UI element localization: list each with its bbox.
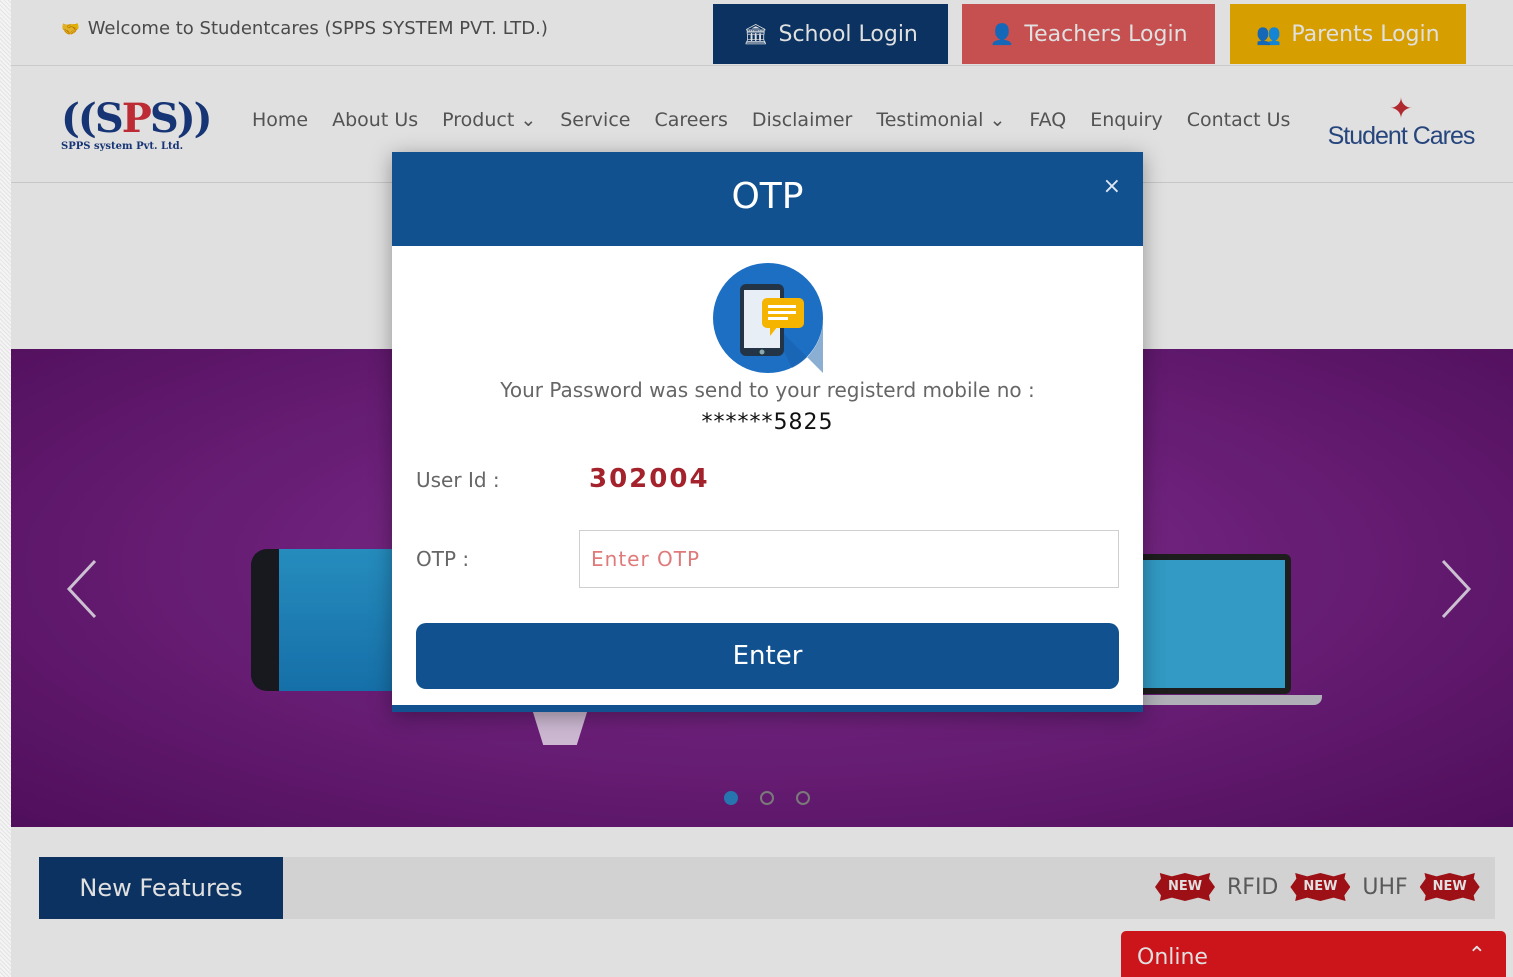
enter-button[interactable]: Enter [416,623,1119,689]
mobile-message-icon [712,262,824,374]
otp-input[interactable] [579,530,1119,588]
otp-message: Your Password was send to your registerd… [500,378,1035,402]
user-id-value: 302004 [589,464,710,494]
modal-title: OTP [731,176,804,217]
otp-modal: OTP × Your Password was send to your reg… [392,152,1143,712]
user-id-label: User Id : [416,468,500,492]
modal-header: OTP × [392,152,1143,246]
close-icon[interactable]: × [1103,174,1121,199]
masked-mobile: ******5825 [701,410,834,435]
page: 🤝 Welcome to Studentcares (SPPS SYSTEM P… [11,0,1513,977]
otp-label: OTP : [416,547,470,571]
